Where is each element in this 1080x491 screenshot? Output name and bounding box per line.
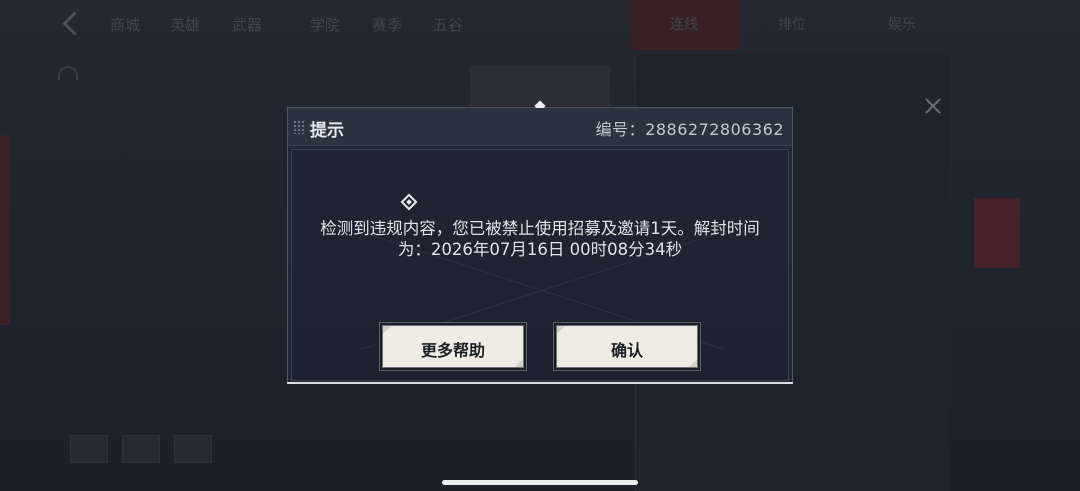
more-help-label: 更多帮助 (420, 341, 485, 360)
network-icon (58, 66, 78, 80)
nav-tab-heroes[interactable]: 英雄 (170, 14, 200, 35)
mode-tab-match[interactable]: 连线 (670, 14, 698, 34)
left-accent-strip (0, 135, 10, 325)
close-icon[interactable] (924, 97, 942, 115)
confirm-button[interactable]: 确认 (556, 325, 698, 368)
message-line-2: 为：2026年07月16日 00时08分34秒 (397, 240, 683, 259)
back-chevron-icon[interactable] (58, 10, 82, 38)
bottom-button-2[interactable] (122, 435, 160, 463)
nav-tab-weapons[interactable]: 武器 (232, 14, 262, 35)
nav-tab-shop[interactable]: 商城 (110, 14, 140, 35)
home-indicator[interactable] (442, 480, 638, 485)
mode-tab-ranked[interactable]: 排位 (778, 14, 806, 34)
bottom-button-3[interactable] (174, 435, 212, 463)
bottom-toolbar (70, 435, 250, 465)
serial-value: 2886272806362 (645, 120, 784, 139)
message-line-1: 检测到违规内容，您已被禁止使用招募及邀请1天。解封时间 (320, 219, 760, 238)
more-help-button[interactable]: 更多帮助 (382, 325, 524, 368)
dialog-title: 提示 (310, 121, 344, 141)
nav-tab-season[interactable]: 赛季 (372, 14, 402, 35)
dialog-body: 检测到违规内容，您已被禁止使用招募及邀请1天。解封时间 为：2026年07月16… (291, 149, 789, 381)
dialog-titlebar: 提示 编号：2886272806362 (288, 108, 792, 146)
ban-message: 检测到违规内容，您已被禁止使用招募及邀请1天。解封时间 为：2026年07月16… (292, 218, 788, 260)
notice-dialog: 提示 编号：2886272806362 检测到违规内容，您已被禁止使用招募及邀请… (287, 107, 793, 384)
mode-tab-casual[interactable]: 娱乐 (888, 14, 916, 34)
bottom-button-1[interactable] (70, 435, 108, 463)
confirm-label: 确认 (610, 341, 643, 360)
top-nav: 商城 英雄 武器 学院 赛季 五谷 (0, 0, 630, 50)
serial-label: 编号： (595, 120, 646, 139)
decorative-lines (292, 150, 788, 380)
serial-number: 编号：2886272806362 (596, 116, 784, 140)
nav-tab-extra[interactable]: 五谷 (433, 14, 463, 35)
nav-tab-academy[interactable]: 学院 (310, 14, 340, 35)
side-red-card (974, 198, 1020, 268)
grip-icon[interactable] (293, 120, 305, 134)
